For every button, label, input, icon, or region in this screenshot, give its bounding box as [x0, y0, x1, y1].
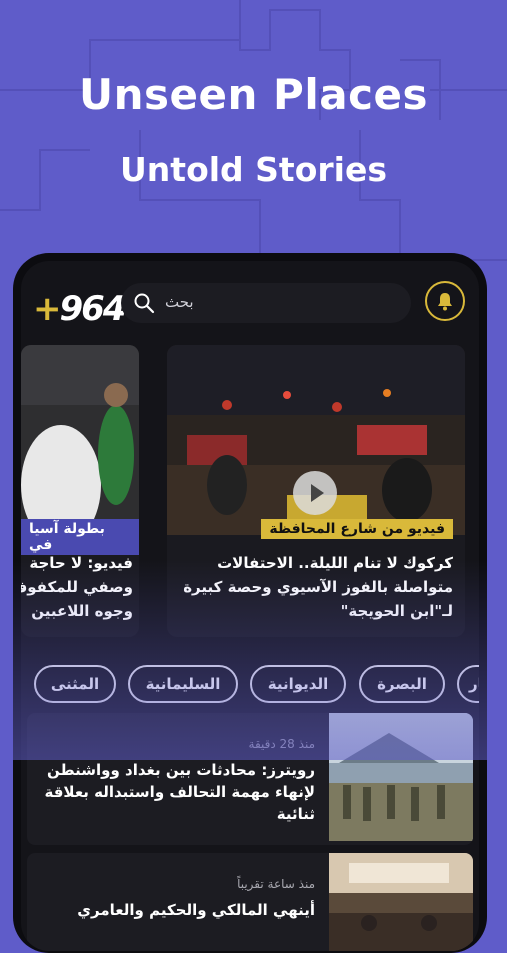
news-list-item[interactable]: منذ ساعة تقريباً أينهي المالكي والحكيم و…	[27, 853, 473, 951]
news-headline: أينهي المالكي والحكيم والعامري	[77, 901, 315, 919]
featured-card[interactable]: فيديو من شارع المحافظة كركوك لا تنام الل…	[167, 345, 465, 637]
news-time: منذ 28 دقيقة	[248, 737, 315, 751]
search-icon	[134, 293, 155, 314]
hero-subtitle: Untold Stories	[120, 150, 387, 189]
featured-image	[21, 345, 139, 535]
news-thumbnail	[329, 853, 473, 951]
bell-icon	[438, 293, 452, 311]
chip-diwaniyah[interactable]: الديوانية	[250, 665, 346, 703]
app-logo: +964	[33, 289, 126, 329]
featured-headline: فيديو: لا حاجة وصفي للمكفوف وجوه اللاعبي…	[21, 554, 133, 620]
chip-sulaymaniyah[interactable]: السليمانية	[128, 665, 238, 703]
category-tag: فيديو من شارع المحافظة	[261, 519, 453, 539]
search-bar[interactable]: بحث	[121, 283, 411, 323]
phone-frame: +964 بحث فيديو من شارع المحافظة كركوك لا…	[13, 253, 487, 953]
play-button[interactable]	[293, 471, 337, 515]
chip-anbar[interactable]: الأنبار	[457, 665, 479, 703]
chip-muthanna[interactable]: المثنى	[34, 665, 116, 703]
hero-title: Unseen Places	[79, 70, 428, 119]
featured-card[interactable]: بطولة آسيا في فيديو: لا حاجة وصفي للمكفو…	[21, 345, 139, 637]
news-time: منذ ساعة تقريباً	[237, 877, 315, 891]
region-filter-chips: الأنبار البصرة الديوانية السليمانية المث…	[21, 665, 479, 705]
news-headline: رويترز: محادثات بين بغداد وواشنطن لإنهاء…	[44, 761, 315, 823]
news-list-item[interactable]: منذ 28 دقيقة رويترز: محادثات بين بغداد و…	[27, 713, 473, 845]
chip-basra[interactable]: البصرة	[359, 665, 445, 703]
search-input[interactable]: بحث	[165, 293, 194, 311]
category-tag: بطولة آسيا في	[21, 519, 139, 555]
play-icon	[311, 484, 324, 502]
app-screen: +964 بحث فيديو من شارع المحافظة كركوك لا…	[21, 261, 479, 951]
news-thumbnail	[329, 713, 473, 841]
notifications-button[interactable]	[425, 281, 465, 321]
featured-headline: كركوك لا تنام الليلة.. الاحتفالات متواصل…	[183, 554, 453, 620]
